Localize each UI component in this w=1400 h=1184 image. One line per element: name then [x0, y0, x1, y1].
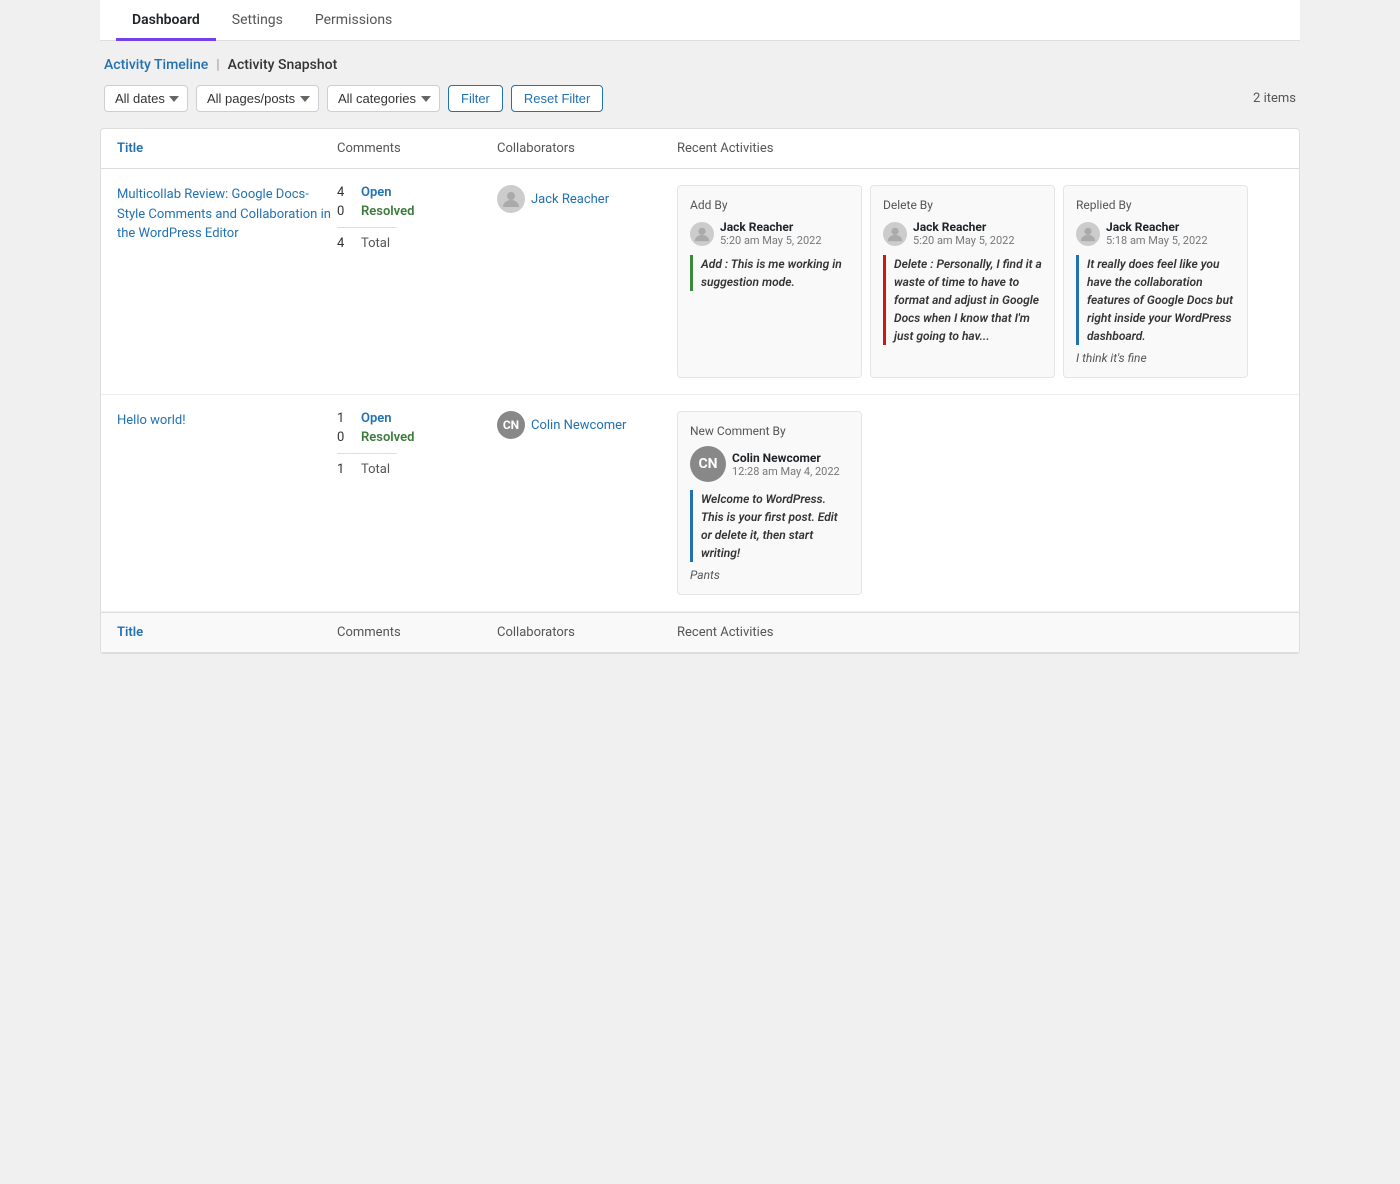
activity-time: 5:18 am May 5, 2022 — [1106, 234, 1208, 247]
activity-card: New Comment By CN Colin Newcomer 12:28 a… — [677, 411, 862, 595]
activity-card: Delete By Jack Reacher 5:20 am May 5, 20… — [870, 185, 1055, 378]
row2-post-title[interactable]: Hello world! — [117, 413, 186, 428]
dates-filter[interactable]: All dates — [104, 85, 188, 112]
row2-total-label: Total — [361, 462, 390, 477]
activity-comment: Add : This is me working in suggestion m… — [690, 255, 849, 291]
activity-comment: It really does feel like you have the co… — [1076, 255, 1235, 345]
activity-time: 12:28 am May 4, 2022 — [732, 465, 840, 478]
row1-total-count: 4 — [337, 236, 353, 251]
breadcrumb: Activity Timeline | Activity Snapshot — [100, 57, 1300, 85]
footer-collaborators: Collaborators — [497, 625, 677, 640]
row2-total-count: 1 — [337, 462, 353, 477]
row2-collab-avatar: CN — [497, 411, 525, 439]
activity-user-row: Jack Reacher 5:20 am May 5, 2022 — [883, 220, 1042, 247]
activity-card: Add By Jack Reacher 5:20 am May 5, 2022 — [677, 185, 862, 378]
row1-total-label: Total — [361, 236, 390, 251]
breadcrumb-separator: | — [216, 57, 219, 73]
items-count: 2 items — [1253, 91, 1296, 106]
activity-username: Jack Reacher — [913, 220, 1015, 234]
activity-avatar: CN — [690, 446, 726, 482]
activity-comment: Welcome to WordPress. This is your first… — [690, 490, 849, 562]
footer-title: Title — [117, 625, 337, 640]
activity-username: Colin Newcomer — [732, 451, 840, 465]
filter-bar: All dates All pages/posts All categories… — [100, 85, 1300, 128]
row1-comments-cell: 4 Open 0 Resolved 4 Total — [337, 185, 497, 251]
tab-dashboard[interactable]: Dashboard — [116, 0, 216, 41]
row1-title-cell: Multicollab Review: Google Docs-Style Co… — [117, 185, 337, 244]
header-title: Title — [117, 141, 337, 156]
row2-title-cell: Hello world! — [117, 411, 337, 431]
row2-resolved-count: 0 — [337, 430, 353, 445]
activity-username: Jack Reacher — [720, 220, 822, 234]
footer-comments: Comments — [337, 625, 497, 640]
breadcrumb-current: Activity Snapshot — [228, 57, 338, 73]
row2-comment-divider — [337, 453, 397, 454]
top-navigation: Dashboard Settings Permissions — [100, 0, 1300, 41]
row2-comments-cell: 1 Open 0 Resolved 1 Total — [337, 411, 497, 477]
activity-avatar — [690, 222, 714, 246]
activity-type: New Comment By — [690, 424, 849, 438]
activity-username: Jack Reacher — [1106, 220, 1208, 234]
activity-time: 5:20 am May 5, 2022 — [913, 234, 1015, 247]
row1-collaborators-cell: Jack Reacher — [497, 185, 677, 213]
row2-activities-cell: New Comment By CN Colin Newcomer 12:28 a… — [677, 411, 1283, 595]
activity-comment: Delete : Personally, I find it a waste o… — [883, 255, 1042, 345]
activity-user-row: Jack Reacher 5:20 am May 5, 2022 — [690, 220, 849, 247]
activity-time: 5:20 am May 5, 2022 — [720, 234, 822, 247]
filter-button[interactable]: Filter — [448, 85, 503, 112]
activity-avatar — [1076, 222, 1100, 246]
row2-open-count: 1 — [337, 411, 353, 426]
pages-filter[interactable]: All pages/posts — [196, 85, 319, 112]
row2-collaborators-cell: CN Colin Newcomer — [497, 411, 677, 439]
reset-filter-button[interactable]: Reset Filter — [511, 85, 603, 112]
row1-open-label: Open — [361, 185, 392, 200]
tab-settings[interactable]: Settings — [216, 0, 299, 41]
activity-type: Delete By — [883, 198, 1042, 212]
header-comments: Comments — [337, 141, 497, 156]
row2-open-label: Open — [361, 411, 392, 426]
activity-extra: Pants — [690, 568, 849, 582]
footer-recent-activities: Recent Activities — [677, 625, 1283, 640]
row1-comment-divider — [337, 227, 397, 228]
activity-type: Add By — [690, 198, 849, 212]
header-recent-activities: Recent Activities — [677, 141, 1283, 156]
activity-card: Replied By Jack Reacher 5:18 am May 5, 2… — [1063, 185, 1248, 378]
table-row: Hello world! 1 Open 0 Resolved 1 Total — [101, 395, 1299, 612]
row1-post-title[interactable]: Multicollab Review: Google Docs-Style Co… — [117, 187, 331, 241]
tab-permissions[interactable]: Permissions — [299, 0, 408, 41]
row1-resolved-label: Resolved — [361, 204, 414, 219]
row1-collab-name[interactable]: Jack Reacher — [531, 192, 609, 207]
activity-avatar — [883, 222, 907, 246]
row1-open-count: 4 — [337, 185, 353, 200]
table-footer-header: Title Comments Collaborators Recent Acti… — [101, 612, 1299, 653]
row1-collab-avatar — [497, 185, 525, 213]
categories-filter[interactable]: All categories — [327, 85, 440, 112]
activity-user-row: CN Colin Newcomer 12:28 am May 4, 2022 — [690, 446, 849, 482]
header-collaborators: Collaborators — [497, 141, 677, 156]
activity-type: Replied By — [1076, 198, 1235, 212]
table-header: Title Comments Collaborators Recent Acti… — [101, 129, 1299, 169]
row2-resolved-label: Resolved — [361, 430, 414, 445]
breadcrumb-link[interactable]: Activity Timeline — [104, 57, 208, 73]
row1-resolved-count: 0 — [337, 204, 353, 219]
row2-collab-name[interactable]: Colin Newcomer — [531, 418, 626, 433]
activity-user-row: Jack Reacher 5:18 am May 5, 2022 — [1076, 220, 1235, 247]
table-row: Multicollab Review: Google Docs-Style Co… — [101, 169, 1299, 395]
row1-activities-cell: Add By Jack Reacher 5:20 am May 5, 2022 — [677, 185, 1283, 378]
content-card: Title Comments Collaborators Recent Acti… — [100, 128, 1300, 654]
activity-extra: I think it's fine — [1076, 351, 1235, 365]
